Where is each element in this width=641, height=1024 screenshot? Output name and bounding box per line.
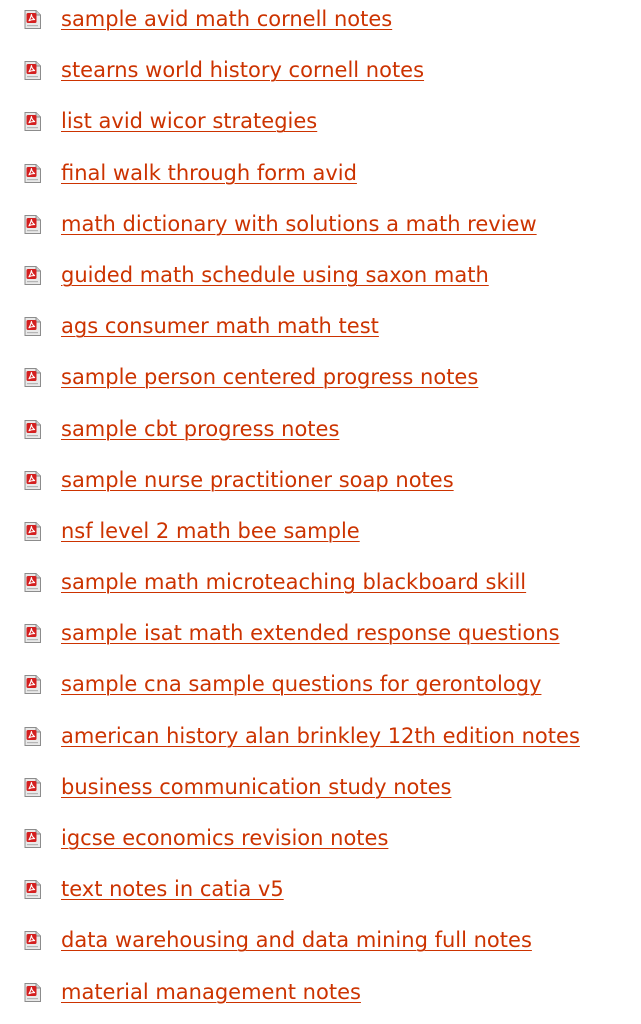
document-link[interactable]: guided math schedule using saxon math (61, 259, 489, 291)
pdf-document-icon (24, 419, 41, 439)
pdf-document-icon (24, 470, 41, 490)
list-item: text notes in catia v5 (0, 870, 641, 921)
pdf-document-icon (24, 214, 41, 234)
list-item: math dictionary with solutions a math re… (0, 205, 641, 256)
document-link[interactable]: stearns world history cornell notes (61, 54, 424, 86)
list-item: american history alan brinkley 12th edit… (0, 717, 641, 768)
document-link[interactable]: sample cna sample questions for gerontol… (61, 668, 541, 700)
pdf-document-icon (24, 982, 41, 1002)
list-item: igcse economics revision notes (0, 819, 641, 870)
document-link[interactable]: data warehousing and data mining full no… (61, 924, 532, 956)
document-link[interactable]: ags consumer math math test (61, 310, 379, 342)
list-item: sample cna sample questions for gerontol… (0, 665, 641, 716)
document-link[interactable]: sample isat math extended response quest… (61, 617, 560, 649)
document-link[interactable]: final walk through form avid (61, 157, 357, 189)
pdf-document-icon (24, 112, 41, 132)
pdf-document-icon (24, 61, 41, 81)
document-link[interactable]: math dictionary with solutions a math re… (61, 208, 537, 240)
document-link[interactable]: igcse economics revision notes (61, 822, 388, 854)
document-link[interactable]: sample person centered progress notes (61, 361, 478, 393)
list-item: sample avid math cornell notes (0, 0, 641, 51)
pdf-document-icon (24, 265, 41, 285)
document-link[interactable]: list avid wicor strategies (61, 105, 317, 137)
list-item: ags consumer math math test (0, 307, 641, 358)
document-link[interactable]: business communication study notes (61, 771, 451, 803)
list-item: nsf level 2 math bee sample (0, 512, 641, 563)
pdf-document-icon (24, 931, 41, 951)
pdf-document-icon (24, 163, 41, 183)
list-item: guided math schedule using saxon math (0, 256, 641, 307)
document-link[interactable]: american history alan brinkley 12th edit… (61, 720, 580, 752)
list-item: final walk through form avid (0, 154, 641, 205)
pdf-document-icon (24, 777, 41, 797)
pdf-document-icon (24, 624, 41, 644)
document-link[interactable]: text notes in catia v5 (61, 873, 284, 905)
pdf-document-icon (24, 726, 41, 746)
document-link[interactable]: sample cbt progress notes (61, 413, 339, 445)
document-link[interactable]: sample avid math cornell notes (61, 3, 392, 35)
list-item: sample isat math extended response quest… (0, 614, 641, 665)
pdf-document-icon (24, 829, 41, 848)
pdf-document-icon (24, 10, 41, 29)
pdf-document-icon (24, 368, 41, 388)
list-item: sample nurse practitioner soap notes (0, 461, 641, 512)
document-link[interactable]: sample nurse practitioner soap notes (61, 464, 454, 496)
pdf-document-icon (24, 317, 41, 337)
list-item: material management notes (0, 973, 641, 1024)
document-link[interactable]: material management notes (61, 976, 361, 1008)
document-link[interactable]: sample math microteaching blackboard ski… (61, 566, 526, 598)
list-item: data warehousing and data mining full no… (0, 921, 641, 972)
list-item: sample person centered progress notes (0, 358, 641, 409)
pdf-document-icon (24, 675, 41, 695)
pdf-document-icon (24, 521, 41, 541)
document-list: sample avid math cornell notes stearns w… (0, 0, 641, 1024)
list-item: sample cbt progress notes (0, 410, 641, 461)
list-item: business communication study notes (0, 768, 641, 819)
list-item: list avid wicor strategies (0, 102, 641, 153)
list-item: sample math microteaching blackboard ski… (0, 563, 641, 614)
document-link[interactable]: nsf level 2 math bee sample (61, 515, 360, 547)
pdf-document-icon (24, 880, 41, 900)
list-item: stearns world history cornell notes (0, 51, 641, 102)
pdf-document-icon (24, 573, 41, 593)
